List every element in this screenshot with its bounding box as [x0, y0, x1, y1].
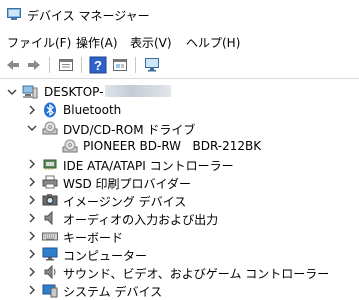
keyboard-icon: [42, 232, 58, 241]
tree-item-label: サウンド、ビデオ、およびゲーム コントローラー: [63, 267, 330, 281]
chevron-right-icon[interactable]: [26, 194, 38, 206]
forward-icon[interactable]: [25, 56, 43, 74]
speaker-icon: [44, 210, 53, 226]
printer-icon: [42, 175, 58, 189]
optical-drive-icon: [42, 121, 58, 135]
back-icon[interactable]: [4, 56, 22, 74]
svg-text:?: ?: [94, 58, 102, 73]
chevron-right-icon[interactable]: [26, 266, 38, 278]
scan-monitor-icon[interactable]: [143, 56, 161, 74]
properties-icon[interactable]: [57, 56, 75, 74]
window-title: デバイス マネージャー: [27, 9, 150, 23]
menu-action[interactable]: 操作(A): [76, 34, 118, 51]
redacted-area: [105, 85, 172, 97]
chevron-right-icon[interactable]: [26, 158, 38, 170]
help-icon[interactable]: ?: [89, 56, 107, 74]
bluetooth-icon: [44, 102, 56, 118]
tree-item-label: Bluetooth: [63, 103, 122, 117]
toolbar-separator: [81, 57, 82, 73]
chevron-down-icon[interactable]: [26, 122, 38, 134]
toolbar-separator: [49, 57, 50, 73]
tree-item-label: PIONEER BD-RW BDR-212BK: [83, 139, 262, 153]
tree-item-label: キーボード: [63, 231, 124, 245]
computer-icon: [42, 247, 58, 261]
tree-item-label: WSD 印刷プロバイダー: [63, 177, 192, 191]
optical-drive-icon: [62, 139, 78, 153]
tree-item-label: IDE ATA/ATAPI コントローラー: [63, 159, 234, 173]
tree-item-ide-ata[interactable]: IDE ATA/ATAPI コントローラー: [0, 155, 359, 173]
chevron-right-icon[interactable]: [26, 212, 38, 224]
chevron-right-icon[interactable]: [26, 176, 38, 188]
tree-item-audio-io[interactable]: オーディオの入力および出力: [0, 209, 359, 227]
tree-item-system-devices[interactable]: システム デバイス: [0, 281, 359, 299]
tree-item-label: イメージング デバイス: [63, 195, 187, 209]
menu-file[interactable]: ファイル(F): [7, 34, 71, 51]
chevron-right-icon[interactable]: [26, 230, 38, 242]
camera-icon: [42, 194, 58, 206]
toolbar: ?: [0, 52, 359, 79]
menu-view[interactable]: 表示(V): [130, 34, 172, 51]
tree-item-dvd-cdrom[interactable]: DVD/CD-ROM ドライブ: [0, 119, 359, 137]
computer-name: DESKTOP-: [44, 85, 104, 99]
tree-item-keyboard[interactable]: キーボード: [0, 227, 359, 245]
title-bar: デバイス マネージャー: [0, 0, 359, 30]
tree-item-label: コンピューター: [63, 249, 148, 263]
tree-item-label: オーディオの入力および出力: [63, 213, 219, 227]
tree-item-wsd-print[interactable]: WSD 印刷プロバイダー: [0, 173, 359, 191]
tree-item-label: DVD/CD-ROM ドライブ: [63, 123, 196, 137]
device-tree: DESKTOP- Bluetooth DVD/CD-ROM ドライブ PIONE…: [0, 79, 359, 300]
tree-item-bluetooth[interactable]: Bluetooth: [0, 101, 359, 119]
menu-help[interactable]: ヘルプ(H): [186, 34, 240, 51]
sound-icon: [44, 264, 56, 280]
tree-item-sound-video-game[interactable]: サウンド、ビデオ、およびゲーム コントローラー: [0, 263, 359, 281]
ide-controller-icon: [43, 159, 57, 170]
menu-bar: ファイル(F) 操作(A) 表示(V) ヘルプ(H): [0, 30, 359, 52]
chevron-right-icon[interactable]: [26, 284, 38, 296]
system-device-icon: [42, 284, 58, 298]
chevron-right-icon[interactable]: [26, 248, 38, 260]
tree-item-pioneer-bdrw[interactable]: PIONEER BD-RW BDR-212BK: [0, 137, 359, 155]
computer-icon: [22, 85, 38, 99]
tree-item-computer[interactable]: コンピューター: [0, 245, 359, 263]
view-icon[interactable]: [111, 56, 129, 74]
tree-root-label: DESKTOP-: [44, 85, 172, 99]
chevron-down-icon[interactable]: [6, 86, 18, 98]
tree-item-label: システム デバイス: [63, 285, 163, 299]
tree-item-imaging[interactable]: イメージング デバイス: [0, 191, 359, 209]
chevron-right-icon[interactable]: [26, 104, 38, 116]
tree-root[interactable]: DESKTOP-: [0, 83, 359, 101]
device-manager-icon: [7, 8, 21, 20]
toolbar-separator: [135, 57, 136, 73]
